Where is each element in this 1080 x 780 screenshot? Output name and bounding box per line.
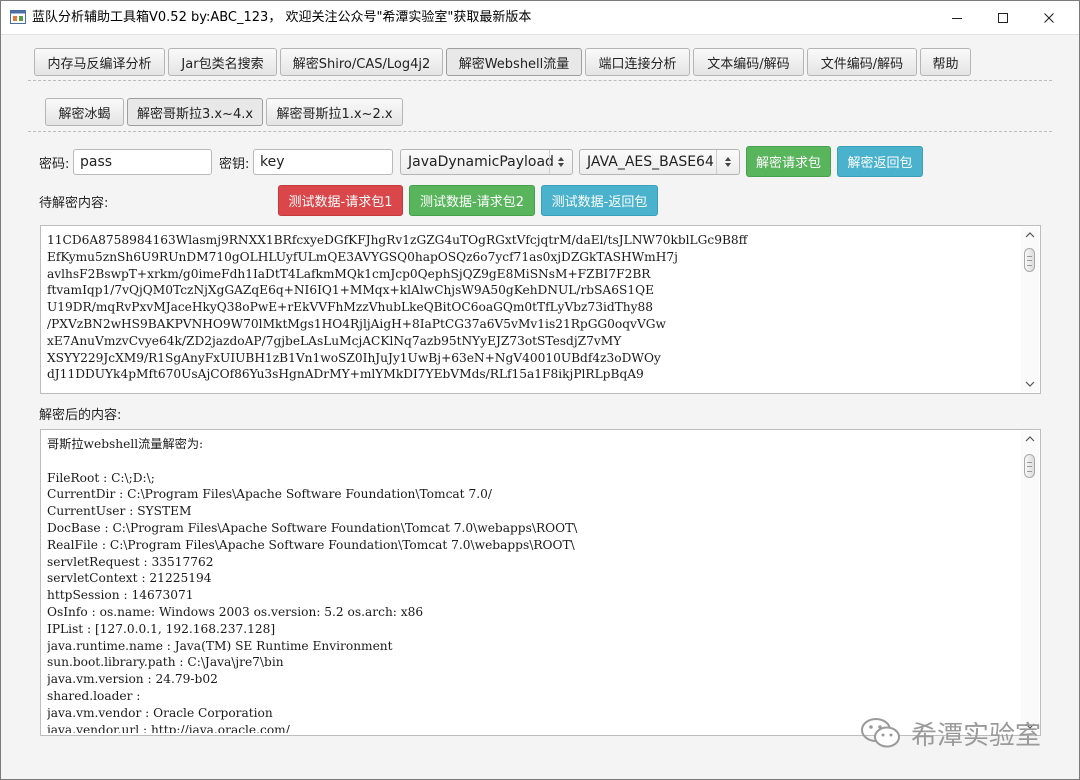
output-scrollbar[interactable] [1021, 431, 1039, 734]
chevron-up-icon[interactable] [1021, 227, 1039, 243]
tab-decrypt-webshell[interactable]: 解密Webshell流量 [446, 48, 582, 76]
updown-arrows-icon [716, 150, 739, 174]
tab-port-connection[interactable]: 端口连接分析 [585, 48, 690, 76]
input-scrollbar[interactable] [1021, 227, 1039, 392]
chevron-down-icon[interactable] [1021, 376, 1039, 392]
app-icon [10, 10, 26, 24]
key-input[interactable] [253, 149, 393, 175]
divider [28, 80, 1052, 81]
minimize-icon [952, 17, 962, 19]
password-input[interactable] [73, 149, 212, 175]
decrypted-output-text: 哥斯拉webshell流量解密为: FileRoot : C:\;D:\; Cu… [47, 437, 578, 733]
input-scroll-thumb[interactable] [1024, 248, 1035, 272]
tab-jar-class-search[interactable]: Jar包类名搜索 [168, 48, 277, 76]
decrypted-label: 解密后的内容: [39, 408, 122, 423]
watermark-text: 希潭实验室 [911, 720, 1042, 751]
close-icon [1044, 12, 1054, 23]
to-decrypt-label: 待解密内容: [39, 196, 109, 211]
encrypted-input-text: 11CD6A8758984163Wlasmj9RNXX1BRfcxyeDGfKF… [47, 233, 748, 382]
chevron-up-icon[interactable] [1021, 431, 1039, 447]
watermark: 希潭实验室 [859, 713, 1041, 753]
test-response-button[interactable]: 测试数据-返回包 [541, 185, 658, 216]
payload-select-value: JavaDynamicPayload [408, 154, 554, 170]
divider [28, 131, 1052, 132]
cipher-select-value: JAVA_AES_BASE64 [587, 154, 714, 170]
tab-decrypt-shiro[interactable]: 解密Shiro/CAS/Log4j2 [280, 48, 443, 76]
title-bar: 蓝队分析辅助工具箱V0.52 by:ABC_123， 欢迎关注公众号"希潭实验室… [1, 1, 1079, 35]
close-button[interactable] [1026, 1, 1072, 34]
cipher-select[interactable]: JAVA_AES_BASE64 [579, 149, 740, 175]
tab-text-encode[interactable]: 文本编码/解码 [693, 48, 804, 76]
app-window: 蓝队分析辅助工具箱V0.52 by:ABC_123， 欢迎关注公众号"希潭实验室… [0, 0, 1080, 780]
wechat-icon [861, 718, 900, 748]
subtab-godzilla-3-4[interactable]: 解密哥斯拉3.x~4.x [127, 98, 263, 126]
tab-file-encode[interactable]: 文件编码/解码 [807, 48, 917, 76]
decrypt-response-button[interactable]: 解密返回包 [837, 146, 923, 177]
subtab-godzilla-1-2[interactable]: 解密哥斯拉1.x~2.x [266, 98, 403, 126]
window-title: 蓝队分析辅助工具箱V0.52 by:ABC_123， 欢迎关注公众号"希潭实验室… [32, 10, 532, 25]
output-scroll-thumb[interactable] [1024, 454, 1035, 478]
maximize-icon [998, 12, 1008, 23]
test-request2-button[interactable]: 测试数据-请求包2 [409, 185, 535, 216]
subtab-behinder[interactable]: 解密冰蝎 [45, 98, 124, 126]
password-label: 密码: [39, 157, 70, 172]
decrypt-request-button[interactable]: 解密请求包 [746, 146, 831, 177]
tab-help[interactable]: 帮助 [920, 48, 971, 76]
key-label: 密钥: [219, 157, 250, 172]
updown-arrows-icon [549, 150, 572, 174]
encrypted-input-textarea[interactable]: 11CD6A8758984163Wlasmj9RNXX1BRfcxyeDGfKF… [40, 225, 1041, 394]
minimize-button[interactable] [934, 1, 980, 34]
maximize-button[interactable] [980, 1, 1026, 34]
payload-select[interactable]: JavaDynamicPayload [400, 149, 573, 175]
tab-memshell-decompile[interactable]: 内存马反编译分析 [34, 48, 165, 76]
decrypted-output-textarea[interactable]: 哥斯拉webshell流量解密为: FileRoot : C:\;D:\; Cu… [40, 429, 1041, 736]
test-request1-button[interactable]: 测试数据-请求包1 [278, 185, 403, 216]
